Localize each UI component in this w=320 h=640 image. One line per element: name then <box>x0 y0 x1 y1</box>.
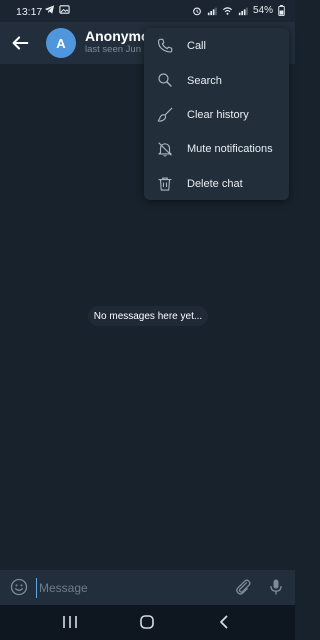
signal-icon <box>238 7 248 15</box>
empty-chat-notice: No messages here yet... <box>88 306 208 326</box>
phone-icon <box>158 38 173 53</box>
battery-percent: 54% <box>252 5 273 16</box>
trash-icon <box>158 177 172 191</box>
system-navigation-bar <box>0 605 295 640</box>
chat-options-menu: Call Search Clear history Mute notificat… <box>144 28 289 200</box>
emoji-icon[interactable] <box>9 577 29 597</box>
menu-item-clear-history[interactable]: Clear history <box>144 98 289 132</box>
menu-item-label: Mute notifications <box>187 143 273 156</box>
battery-icon <box>278 5 285 16</box>
menu-item-label: Clear history <box>187 108 249 121</box>
avatar[interactable]: A <box>46 28 76 58</box>
status-bar: 13:17 54% <box>0 0 295 22</box>
message-input[interactable] <box>36 578 216 598</box>
menu-item-label: Delete chat <box>187 177 243 190</box>
bell-off-icon <box>158 142 172 157</box>
microphone-icon[interactable] <box>266 577 286 597</box>
back-arrow-icon[interactable] <box>9 32 31 54</box>
paperclip-icon[interactable] <box>233 577 253 597</box>
menu-item-search[interactable]: Search <box>144 63 289 97</box>
menu-item-call[interactable]: Call <box>144 29 289 63</box>
menu-item-delete-chat[interactable]: Delete chat <box>144 167 289 201</box>
menu-item-mute-notifications[interactable]: Mute notifications <box>144 132 289 166</box>
telegram-icon <box>44 5 55 14</box>
signal-icon <box>207 7 217 15</box>
last-seen-status: last seen Jun 6 <box>85 44 149 55</box>
system-back-icon[interactable] <box>216 614 232 630</box>
image-icon <box>59 5 70 14</box>
home-icon[interactable] <box>139 614 155 630</box>
menu-item-label: Search <box>187 74 222 87</box>
message-composer <box>0 570 295 605</box>
broom-icon <box>157 107 173 122</box>
recent-apps-icon[interactable] <box>61 615 79 629</box>
alarm-icon <box>193 7 201 15</box>
search-icon <box>158 73 172 88</box>
status-time: 13:17 <box>16 6 43 18</box>
wifi-icon <box>222 6 233 15</box>
menu-item-label: Call <box>187 40 206 53</box>
